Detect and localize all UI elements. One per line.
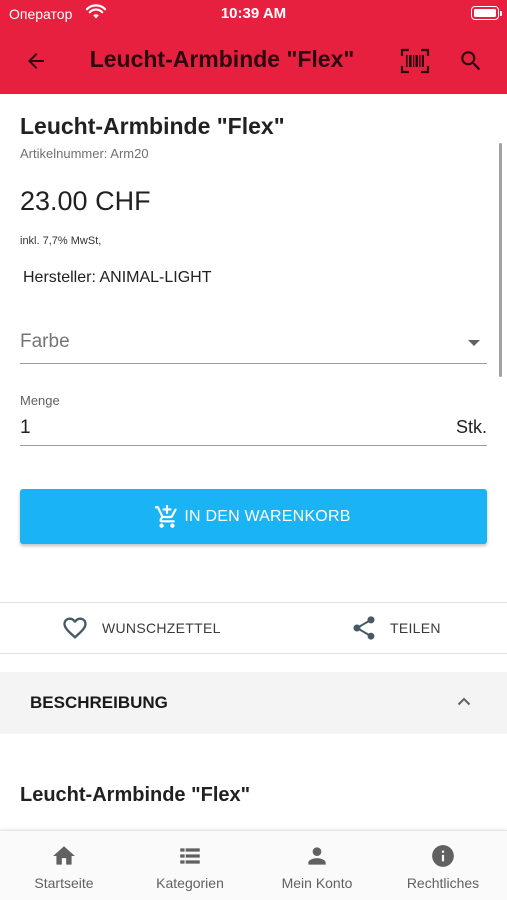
battery-icon xyxy=(471,6,502,20)
share-button[interactable]: TEILEN xyxy=(350,603,441,653)
scrollbar[interactable] xyxy=(499,143,502,377)
top-bar: Оператор 10:39 AM Leucht-Armbinde "Flex" xyxy=(0,0,507,94)
list-icon xyxy=(177,843,203,869)
color-select[interactable]: Farbe xyxy=(20,322,487,364)
description-accordion-header[interactable]: BESCHREIBUNG xyxy=(0,672,507,734)
bottom-navigation: Startseite Kategorien Mein Konto Rechtli… xyxy=(0,830,507,900)
info-icon xyxy=(430,843,456,869)
nav-item-startseite[interactable]: Startseite xyxy=(1,831,127,900)
person-icon xyxy=(304,843,330,869)
nav-label: Startseite xyxy=(34,875,94,891)
quantity-unit: Stk. xyxy=(455,417,487,437)
description-heading: Leucht-Armbinde "Flex" xyxy=(20,784,251,806)
nav-item-mein-konto[interactable]: Mein Konto xyxy=(254,831,380,900)
search-button[interactable] xyxy=(452,43,490,79)
back-button[interactable] xyxy=(16,43,56,79)
share-label: TEILEN xyxy=(390,620,441,636)
product-price: 23.00 CHF xyxy=(20,186,151,216)
home-icon xyxy=(51,843,77,869)
product-sku: Artikelnummer: Arm20 xyxy=(20,146,149,161)
manufacturer: Hersteller: ANIMAL-LIGHT xyxy=(23,269,212,286)
action-row: WUNSCHZETTEL TEILEN xyxy=(0,603,507,653)
quantity-field: Stk. xyxy=(20,410,487,446)
dropdown-arrow-icon xyxy=(468,340,480,346)
heart-outline-icon xyxy=(63,617,87,639)
color-select-placeholder: Farbe xyxy=(20,331,70,352)
description-section-title: BESCHREIBUNG xyxy=(30,693,168,712)
add-to-cart-label: IN DEN WARENKORB xyxy=(184,507,351,525)
search-icon xyxy=(461,51,481,71)
arrow-left-icon xyxy=(28,53,44,69)
wishlist-label: WUNSCHZETTEL xyxy=(102,620,221,636)
chevron-up-icon xyxy=(457,697,471,706)
add-to-cart-button[interactable]: IN DEN WARENKORB xyxy=(20,489,487,544)
nav-label: Mein Konto xyxy=(281,875,353,891)
wishlist-button[interactable]: WUNSCHZETTEL xyxy=(60,603,221,653)
nav-item-kategorien[interactable]: Kategorien xyxy=(127,831,253,900)
barcode-scan-button[interactable] xyxy=(396,43,434,79)
product-title: Leucht-Armbinde "Flex" xyxy=(20,113,285,139)
share-icon xyxy=(353,616,375,640)
nav-label: Rechtliches xyxy=(406,875,480,891)
vat-note: inkl. 7,7% MwSt, xyxy=(20,235,102,247)
barcode-scan-icon xyxy=(400,48,430,74)
divider xyxy=(0,653,507,654)
nav-item-rechtliches[interactable]: Rechtliches xyxy=(380,831,506,900)
status-time: 10:39 AM xyxy=(220,5,287,22)
nav-label: Kategorien xyxy=(156,875,224,891)
quantity-input[interactable] xyxy=(20,414,420,442)
cart-plus-icon xyxy=(155,504,178,528)
app-bar-title: Leucht-Armbinde "Flex" xyxy=(89,46,355,72)
quantity-label: Menge xyxy=(20,393,60,408)
status-bar: Оператор 10:39 AM xyxy=(0,0,507,28)
product-detail-screen: Оператор 10:39 AM Leucht-Armbinde "Flex" xyxy=(0,0,507,900)
app-bar: Leucht-Armbinde "Flex" xyxy=(0,28,507,94)
